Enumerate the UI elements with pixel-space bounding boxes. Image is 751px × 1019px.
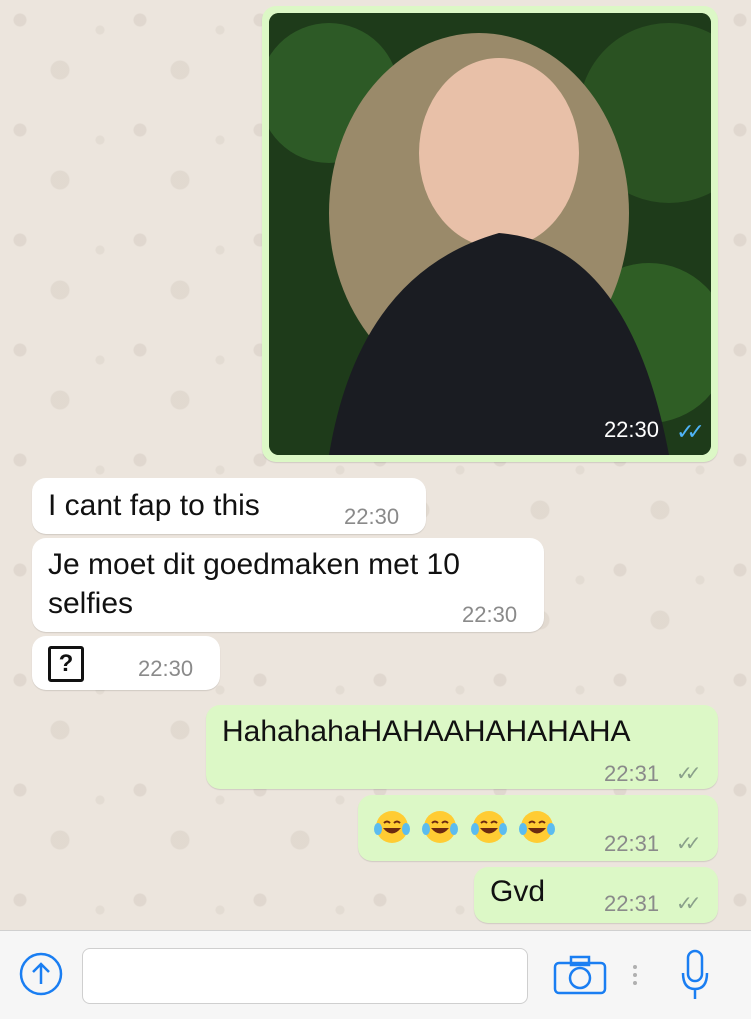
message-text: HahahahaHAHAAHAHAHAHA [222,715,631,748]
face-with-tears-of-joy-icon [422,811,459,843]
face-with-tears-of-joy-icon [374,811,410,843]
delivered-ticks-icon: ✓✓ [676,833,701,855]
message-text: I cant fap to this [48,489,260,522]
message-input-bar [0,930,751,1019]
outgoing-message[interactable]: Gvd 22:31 ✓✓ [474,867,718,923]
message-time: 22:31 [604,761,660,786]
delivered-ticks-icon: ✓✓ [676,893,701,915]
message-time: 22:30 [138,656,194,681]
microphone-icon[interactable] [680,949,710,1001]
message-input[interactable] [82,948,528,1004]
face-with-tears-of-joy-icon [470,811,507,843]
face-with-tears-of-joy-icon [519,811,556,843]
delivered-ticks-icon: ✓✓ [676,763,701,785]
incoming-message[interactable]: I cant fap to this 22:30 [32,478,426,534]
outgoing-image-message[interactable]: 22:30 ✓✓ [262,6,718,462]
separator-dots-icon [633,965,637,985]
unsupported-character-icon: ? [48,646,84,682]
message-time: 22:30 [344,504,400,529]
photo-placeholder [269,13,711,455]
message-text-line-1: Je moet dit goedmaken met 10 [48,548,460,581]
outgoing-message[interactable]: 22:31 ✓✓ [358,795,718,861]
incoming-message[interactable]: Je moet dit goedmaken met 10 selfies 22:… [32,538,544,632]
message-time: 22:31 [604,891,660,916]
message-text-line-2: selfies [48,587,134,620]
read-ticks-icon: ✓✓ [676,419,705,444]
message-text: Gvd [490,875,546,908]
message-time: 22:30 [462,602,518,627]
message-time: 22:31 [604,831,660,856]
outgoing-message[interactable]: HahahahaHAHAAHAHAHAHA 22:31 ✓✓ [206,705,718,789]
image-thumbnail[interactable]: 22:30 ✓✓ [269,13,711,455]
upload-arrow-icon[interactable] [18,951,64,997]
incoming-message[interactable]: ? 22:30 [32,636,220,690]
message-time: 22:30 [603,417,659,442]
camera-icon[interactable] [553,955,607,995]
